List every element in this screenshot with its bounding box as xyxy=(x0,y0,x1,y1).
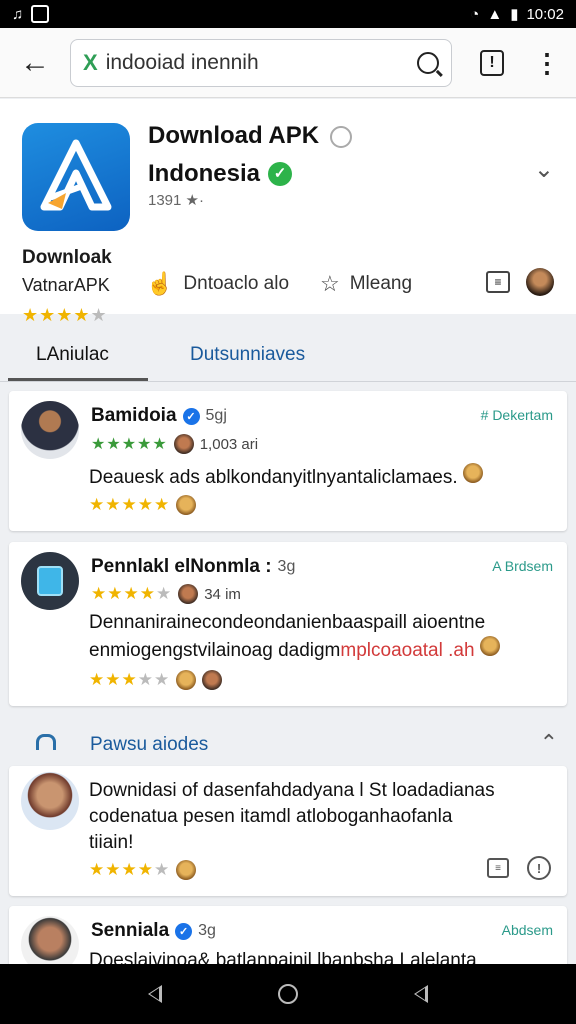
app-logo-icon xyxy=(22,123,130,231)
review-meta: ★★★★★ 34 im xyxy=(91,584,241,604)
review-tag[interactable]: # Dekertam xyxy=(481,407,553,423)
url-text[interactable]: indooiad inennih xyxy=(106,51,409,75)
info-icon[interactable]: ! xyxy=(527,856,551,880)
review-tag[interactable]: Abdsem xyxy=(502,922,553,938)
review-card[interactable]: Bamidoia ✓ 5gj # Dekertam ★★★★★ 1,003 ar… xyxy=(9,391,567,531)
review-text: Deauesk ads ablkondanyitlnyantaliclamaes… xyxy=(89,463,483,491)
section-header[interactable]: Pawsu aiodes ⌃ xyxy=(0,722,576,766)
globe-icon xyxy=(329,125,352,148)
rating-stars: ★★★★★ xyxy=(91,436,168,453)
rating-stars: ★★★★★ xyxy=(89,670,171,689)
review-footer: ★★★★★ xyxy=(89,670,223,690)
home-icon xyxy=(36,734,56,750)
avatar xyxy=(202,670,223,690)
review-footer: ★★★★★ xyxy=(89,860,197,880)
emoji-icon xyxy=(176,860,197,880)
download-button[interactable]: ☝ Dntoaclo alo xyxy=(146,271,289,297)
review-footer: ★★★★★ xyxy=(89,495,197,515)
review-card[interactable]: Pennlakl elNonmla : 3g A Brdsem ★★★★★ 34… xyxy=(9,542,567,706)
app-rating-stars: ★★★★★ xyxy=(22,305,108,325)
app-header: Download APK Indonesia ✓ 1391 ★· ⌄ Downl… xyxy=(0,99,576,325)
rating-stars: ★★★★★ xyxy=(91,584,173,603)
reviewer-name: Pennlakl elNonmla : 3g xyxy=(91,556,296,577)
search-icon[interactable] xyxy=(417,51,439,74)
share-icon: ☆ xyxy=(320,271,340,296)
notification-app-icon xyxy=(31,5,50,23)
url-field[interactable]: X indooiad inennih xyxy=(70,38,452,87)
wifi-icon: ◔ xyxy=(470,5,480,23)
notification-icon: ♫ xyxy=(12,5,24,23)
more-vert-icon[interactable]: ⋮ xyxy=(534,50,560,76)
rating-stars: ★★★★★ xyxy=(89,495,171,514)
share-button[interactable]: ☆ Mleang xyxy=(320,271,412,297)
rating-stars: ★★★★★ xyxy=(89,860,171,879)
status-bar: ♫ ◔ ▲ ▮ 10:02 xyxy=(0,0,576,28)
avatar xyxy=(21,772,79,830)
chevron-up-icon[interactable]: ⌃ xyxy=(540,730,558,756)
list-icon[interactable]: ≡ xyxy=(486,271,510,293)
tabs-icon[interactable]: ! xyxy=(480,49,504,76)
review-tag[interactable]: A Brdsem xyxy=(492,558,553,574)
verified-icon: ✓ xyxy=(175,922,193,940)
thumbs-up-icon: ☝ xyxy=(146,271,174,296)
battery-icon: ▮ xyxy=(510,6,519,23)
tab-bar: LAniulac Dutsunniaves xyxy=(0,330,576,382)
emoji-icon xyxy=(479,636,500,656)
emoji-icon xyxy=(462,463,483,483)
app-icon xyxy=(37,566,63,596)
nav-recents-icon[interactable] xyxy=(414,985,428,1003)
system-nav-bar xyxy=(0,964,576,1024)
tab-reviews[interactable]: LAniulac xyxy=(36,344,109,366)
avatar xyxy=(173,434,194,454)
signal-icon: ▲ xyxy=(487,5,503,23)
developer-name[interactable]: Downloak xyxy=(22,247,112,269)
reviewer-name: Bamidoia ✓ 5gj xyxy=(91,405,227,426)
tab-indicator xyxy=(8,378,148,381)
status-time: 10:02 xyxy=(526,5,564,23)
reviewer-name: Senniala ✓ 3g xyxy=(91,920,216,941)
review-text: Dennanirainecondeondanienbaaspaill aioen… xyxy=(89,610,559,664)
verified-check-icon: ✓ xyxy=(268,162,293,186)
app-title: Download APK Indonesia ✓ xyxy=(148,117,352,193)
avatar[interactable] xyxy=(526,268,554,296)
review-card[interactable]: Downidasi of dasenfahdadyana l St loadad… xyxy=(9,766,567,896)
section-title: Pawsu aiodes xyxy=(90,734,209,755)
site-logo-icon: X xyxy=(83,49,98,75)
emoji-icon xyxy=(176,495,197,515)
emoji-icon xyxy=(176,670,197,690)
app-meta: 1391 ★· xyxy=(148,192,204,209)
nav-back-icon[interactable] xyxy=(148,985,162,1003)
verified-icon: ✓ xyxy=(182,407,200,425)
avatar xyxy=(21,552,79,610)
reply-icon[interactable]: ≡ xyxy=(487,858,509,878)
browser-toolbar: ← X indooiad inennih ! ⋮ xyxy=(0,28,576,98)
avatar xyxy=(21,401,79,459)
review-text: Downidasi of dasenfahdadyana l St loadad… xyxy=(89,780,495,853)
chevron-down-icon[interactable]: ⌄ xyxy=(534,155,554,184)
developer-subtitle: VatnarAPK xyxy=(22,275,110,295)
nav-home-icon[interactable] xyxy=(278,984,298,1004)
avatar xyxy=(178,584,199,604)
tab-discussions[interactable]: Dutsunniaves xyxy=(190,344,305,366)
review-meta: ★★★★★ 1,003 ari xyxy=(91,434,259,454)
back-arrow-icon[interactable]: ← xyxy=(0,28,70,98)
